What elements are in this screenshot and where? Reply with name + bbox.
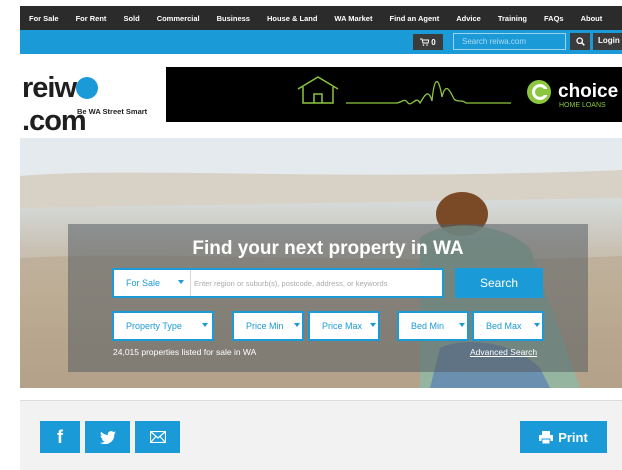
bed-min-select[interactable]: Bed Min	[397, 311, 469, 341]
nav-commercial[interactable]: Commercial	[148, 14, 208, 23]
hero-section: Find your next property in WA For Sale E…	[20, 138, 622, 388]
cart-icon	[420, 38, 430, 46]
ad-banner[interactable]: choice HOME LOANS	[166, 67, 622, 122]
price-max-label: Price Max	[322, 321, 363, 331]
cart-count: 0	[431, 37, 436, 47]
site-search-button[interactable]	[570, 33, 590, 50]
logo-text-a: reiw	[22, 72, 77, 104]
cart-button[interactable]: 0	[413, 34, 443, 50]
email-share-button[interactable]	[135, 421, 180, 453]
nav-wa-market[interactable]: WA Market	[325, 14, 380, 23]
share-bar: f Print	[20, 400, 622, 470]
logo-tagline: Be WA Street Smart	[77, 107, 148, 116]
nav-business[interactable]: Business	[208, 14, 258, 23]
search-icon	[575, 37, 585, 46]
nav-for-sale[interactable]: For Sale	[20, 14, 67, 23]
nav-for-rent[interactable]: For Rent	[67, 14, 115, 23]
price-min-select[interactable]: Price Min	[232, 311, 304, 341]
advanced-search-link[interactable]: Advanced Search	[470, 347, 537, 357]
chevron-down-icon	[534, 323, 540, 327]
listing-type-select[interactable]: For Sale	[114, 270, 191, 296]
nav-find-agent[interactable]: Find an Agent	[380, 14, 447, 23]
chevron-down-icon	[459, 323, 465, 327]
nav-advice[interactable]: Advice	[447, 14, 489, 23]
banner-subtitle: HOME LOANS	[559, 102, 606, 109]
choice-logo-icon	[527, 80, 551, 104]
twitter-icon	[99, 430, 116, 444]
banner-house-graphic	[297, 76, 511, 105]
reiwa-logo[interactable]: reiw.com Be WA Street Smart	[20, 70, 155, 137]
login-button[interactable]: Login	[593, 33, 622, 50]
hero-headline: Find your next property in WA	[192, 238, 464, 259]
chevron-down-icon	[294, 323, 300, 327]
listing-type-value: For Sale	[126, 278, 161, 288]
property-type-label: Property Type	[126, 321, 182, 331]
bed-max-select[interactable]: Bed Max	[472, 311, 544, 341]
price-min-label: Price Min	[246, 321, 284, 331]
search-panel: Find your next property in WA For Sale E…	[68, 224, 588, 372]
printer-icon	[539, 430, 554, 444]
banner-brand-text: choice	[558, 81, 619, 102]
price-max-select[interactable]: Price Max	[308, 311, 380, 341]
property-type-select[interactable]: Property Type	[112, 311, 214, 341]
nav-sold[interactable]: Sold	[114, 14, 147, 23]
facebook-icon: f	[57, 426, 63, 447]
nav-faqs[interactable]: FAQs	[535, 14, 572, 23]
bed-max-label: Bed Max	[486, 321, 522, 331]
mail-icon	[149, 431, 166, 443]
listing-count-text: 24,015 properties listed for sale in WA	[113, 347, 257, 357]
property-search-button[interactable]: Search	[455, 268, 543, 298]
chevron-down-icon	[370, 323, 376, 327]
site-search-input[interactable]: Search reiwa.com	[453, 33, 566, 50]
facebook-share-button[interactable]: f	[40, 421, 80, 453]
logo-wordmark: reiw.com	[22, 72, 155, 138]
twitter-share-button[interactable]	[85, 421, 130, 453]
location-search-input[interactable]: Enter region or suburb(s), postcode, add…	[194, 279, 387, 288]
chevron-down-icon	[178, 280, 184, 284]
nav-house-land[interactable]: House & Land	[258, 14, 325, 23]
chevron-down-icon	[202, 323, 208, 327]
location-pin-icon	[76, 77, 99, 99]
bed-min-label: Bed Min	[411, 321, 445, 331]
nav-training[interactable]: Training	[489, 14, 535, 23]
nav-about[interactable]: About	[572, 14, 611, 23]
print-label: Print	[558, 429, 588, 445]
print-button[interactable]: Print	[520, 421, 607, 453]
top-nav: For Sale For Rent Sold Commercial Busine…	[20, 6, 622, 30]
property-search-box: For Sale Enter region or suburb(s), post…	[112, 268, 444, 298]
